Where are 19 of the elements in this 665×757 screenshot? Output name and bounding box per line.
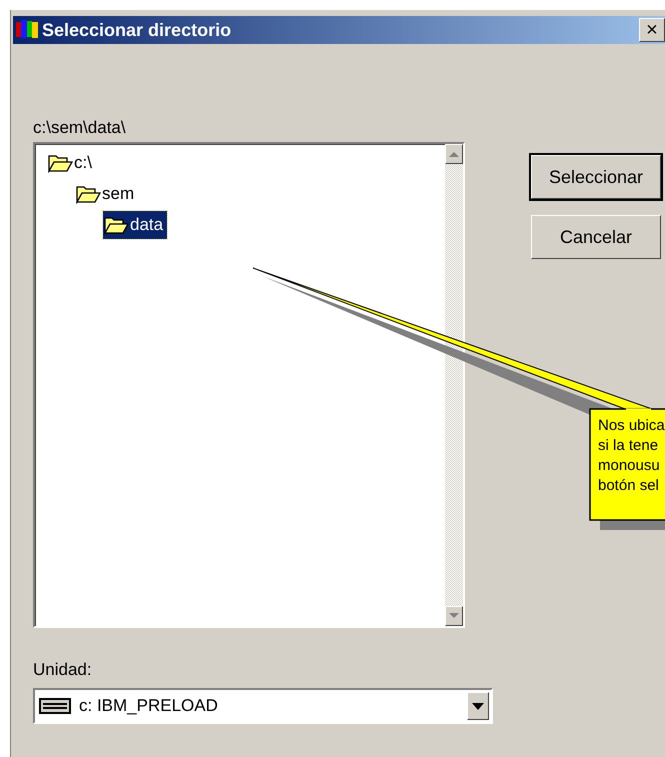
scroll-down-icon[interactable]: [445, 606, 463, 626]
folder-icon: [47, 152, 73, 172]
folder-tree-item[interactable]: sem: [75, 180, 138, 208]
callout-text: Nos ubica si la tene monousu botón sel: [598, 416, 665, 496]
drive-icon: [39, 698, 71, 714]
folder-icon: [103, 214, 129, 234]
app-icon: [15, 19, 39, 41]
dialog-button[interactable]: Cancelar: [531, 215, 661, 259]
current-path: c:\sem\data\: [33, 118, 127, 139]
folder-icon: [75, 184, 101, 204]
close-button[interactable]: ×: [639, 18, 665, 42]
dialog-button[interactable]: Seleccionar: [531, 155, 661, 199]
drive-dropdown[interactable]: c: IBM_PRELOAD: [33, 688, 493, 724]
window-title: Seleccionar directorio: [42, 20, 232, 40]
drive-label: Unidad:: [33, 660, 93, 681]
folder-tree-item[interactable]: data: [103, 210, 168, 238]
scrollbar[interactable]: [445, 144, 463, 626]
scroll-up-icon[interactable]: [445, 144, 463, 164]
folder-tree-item[interactable]: c:\: [47, 148, 96, 176]
